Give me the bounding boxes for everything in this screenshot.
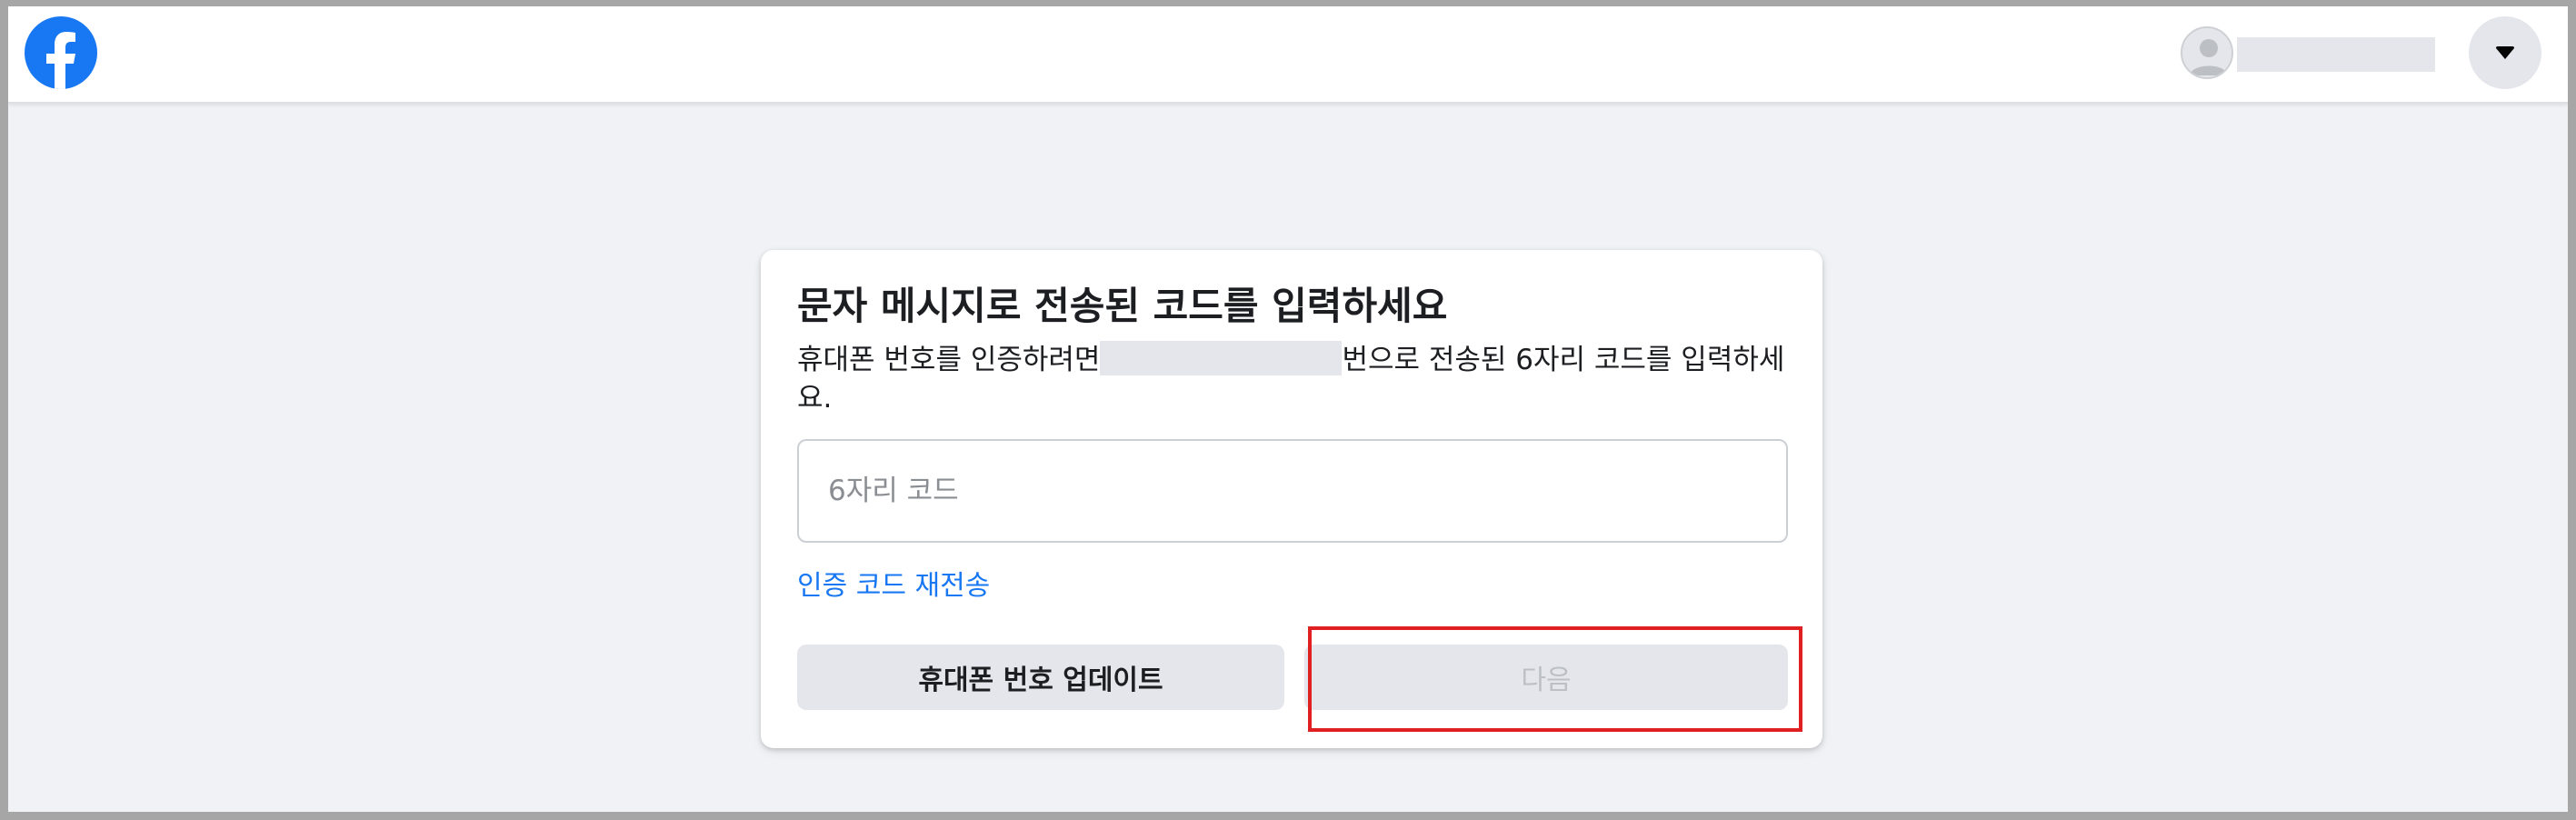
update-phone-button[interactable]: 휴대폰 번호 업데이트 — [797, 645, 1284, 710]
next-button[interactable]: 다음 — [1304, 645, 1788, 710]
page-frame: 문자 메시지로 전송된 코드를 입력하세요 휴대폰 번호를 인증하려면 번으로 전… — [8, 6, 2568, 812]
default-avatar-icon — [2190, 39, 2228, 75]
code-input[interactable] — [797, 439, 1788, 543]
dialog-description: 휴대폰 번호를 인증하려면 번으로 전송된 6자리 코드를 입력하세요. — [797, 341, 1788, 417]
account-menu-button[interactable] — [2469, 16, 2541, 89]
caret-down-icon — [2496, 46, 2514, 59]
dialog-title: 문자 메시지로 전송된 코드를 입력하세요 — [797, 284, 1448, 328]
verification-dialog: 문자 메시지로 전송된 코드를 입력하세요 휴대폰 번호를 인증하려면 번으로 전… — [761, 250, 1822, 748]
top-navigation-bar — [8, 6, 2568, 104]
profile-avatar[interactable] — [2181, 26, 2233, 79]
profile-name-redacted — [2237, 37, 2435, 72]
phone-number-redacted — [1100, 341, 1343, 375]
facebook-logo-icon[interactable] — [25, 16, 97, 89]
resend-code-link[interactable]: 인증 코드 재전송 — [797, 563, 990, 603]
description-text-before: 휴대폰 번호를 인증하려면 — [797, 344, 1101, 376]
facebook-f-glyph — [46, 32, 75, 89]
